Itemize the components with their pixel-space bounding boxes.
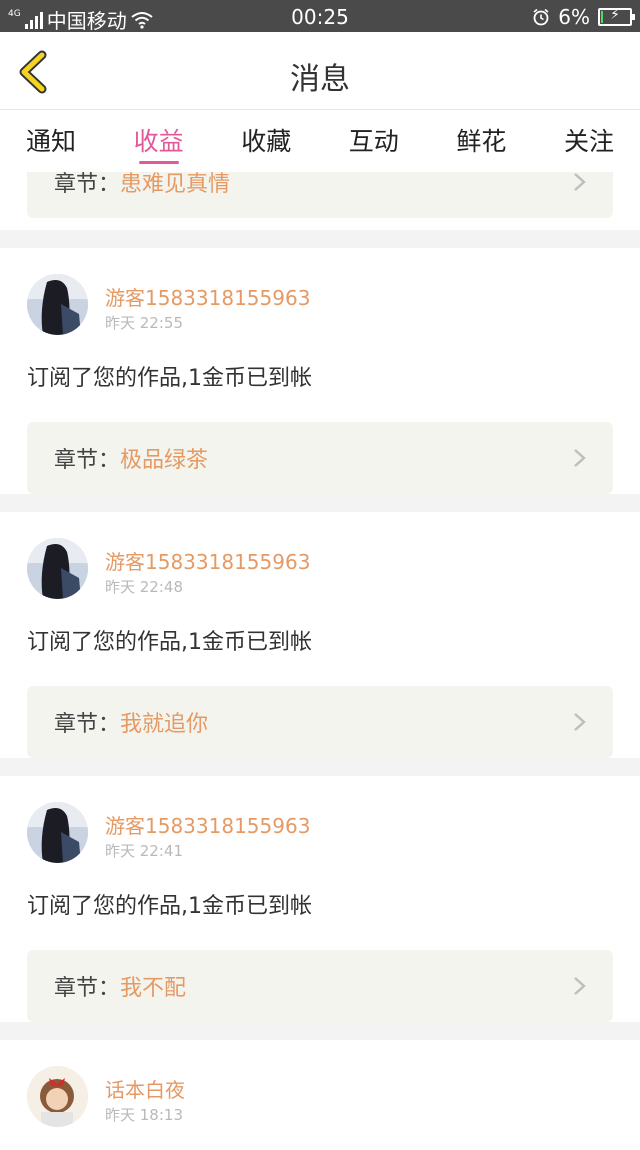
chapter-name: 患难见真情 <box>120 172 231 197</box>
chapter-name: 我不配 <box>120 976 187 1001</box>
tab-flowers[interactable]: 鲜花 <box>456 110 506 172</box>
avatar-image <box>27 538 88 599</box>
page-title: 消息 <box>290 62 350 97</box>
app-header: 消息 <box>0 32 640 110</box>
chapter-link[interactable]: 章节： 我不配 <box>27 950 613 1022</box>
separator <box>0 494 640 512</box>
alarm-icon <box>533 8 549 26</box>
message-card: 游客1583318155963 昨天 22:55 订阅了您的作品,1金币已到帐 … <box>0 248 640 494</box>
message-time: 昨天 22:55 <box>105 314 183 332</box>
status-bar: 4G 中国移动 00:25 6% ⚡ <box>0 0 640 33</box>
chevron-right-icon <box>574 713 586 731</box>
battery-percent: 6% <box>558 5 590 29</box>
chapter-name: 极品绿茶 <box>120 448 209 473</box>
chapter-label: 章节： <box>54 448 121 473</box>
message-header: 游客1583318155963 昨天 22:48 <box>27 512 613 604</box>
chevron-right-icon <box>574 977 586 995</box>
tab-following[interactable]: 关注 <box>564 110 614 172</box>
avatar[interactable] <box>27 1066 88 1127</box>
user-name[interactable]: 游客1583318155963 <box>105 810 310 839</box>
chevron-right-icon <box>574 173 586 191</box>
user-name[interactable]: 话本白夜 <box>105 1074 185 1103</box>
chapter-name: 我就追你 <box>120 712 209 737</box>
message-header: 话本白夜 昨天 18:13 <box>27 1040 613 1132</box>
chapter-label: 章节： <box>54 976 121 1001</box>
message-card: 话本白夜 昨天 18:13 <box>0 1040 640 1150</box>
tab-interaction[interactable]: 互动 <box>349 110 399 172</box>
chapter-link[interactable]: 章节： 患难见真情 <box>27 172 613 218</box>
tab-bar: 通知 收益 收藏 互动 鲜花 关注 <box>0 110 640 172</box>
tab-earnings[interactable]: 收益 <box>134 110 184 172</box>
avatar[interactable] <box>27 538 88 599</box>
message-time: 昨天 18:13 <box>105 1106 183 1124</box>
message-header: 游客1583318155963 昨天 22:55 <box>27 248 613 340</box>
chapter-label: 章节： <box>54 712 121 737</box>
message-time: 昨天 22:41 <box>105 842 183 860</box>
message-text: 订阅了您的作品,1金币已到帐 <box>27 894 312 919</box>
separator <box>0 230 640 248</box>
chapter-link[interactable]: 章节： 我就追你 <box>27 686 613 758</box>
message-header: 游客1583318155963 昨天 22:41 <box>27 776 613 868</box>
avatar-image <box>27 274 88 335</box>
message-card: 章节： 患难见真情 <box>0 172 640 230</box>
message-time: 昨天 22:48 <box>105 578 183 596</box>
chevron-right-icon <box>574 449 586 467</box>
charging-icon: ⚡ <box>610 7 620 23</box>
avatar-image <box>27 802 88 863</box>
avatar-image <box>27 1066 88 1127</box>
message-card: 游客1583318155963 昨天 22:41 订阅了您的作品,1金币已到帐 … <box>0 776 640 1022</box>
status-right: 6% ⚡ <box>532 5 635 29</box>
separator <box>0 758 640 776</box>
user-name[interactable]: 游客1583318155963 <box>105 546 310 575</box>
message-list: 章节： 患难见真情 游客1583318155963 昨天 22:55 订阅了您的… <box>0 172 640 1150</box>
avatar[interactable] <box>27 274 88 335</box>
tab-notifications[interactable]: 通知 <box>26 110 76 172</box>
message-text: 订阅了您的作品,1金币已到帐 <box>27 630 312 655</box>
separator <box>0 1022 640 1040</box>
message-card: 游客1583318155963 昨天 22:48 订阅了您的作品,1金币已到帐 … <box>0 512 640 758</box>
tab-favorites[interactable]: 收藏 <box>241 110 291 172</box>
battery-icon: ⚡ <box>598 7 635 26</box>
user-name[interactable]: 游客1583318155963 <box>105 282 310 311</box>
chapter-label: 章节： <box>54 172 121 197</box>
avatar[interactable] <box>27 802 88 863</box>
message-text: 订阅了您的作品,1金币已到帐 <box>27 366 312 391</box>
chapter-link[interactable]: 章节： 极品绿茶 <box>27 422 613 494</box>
